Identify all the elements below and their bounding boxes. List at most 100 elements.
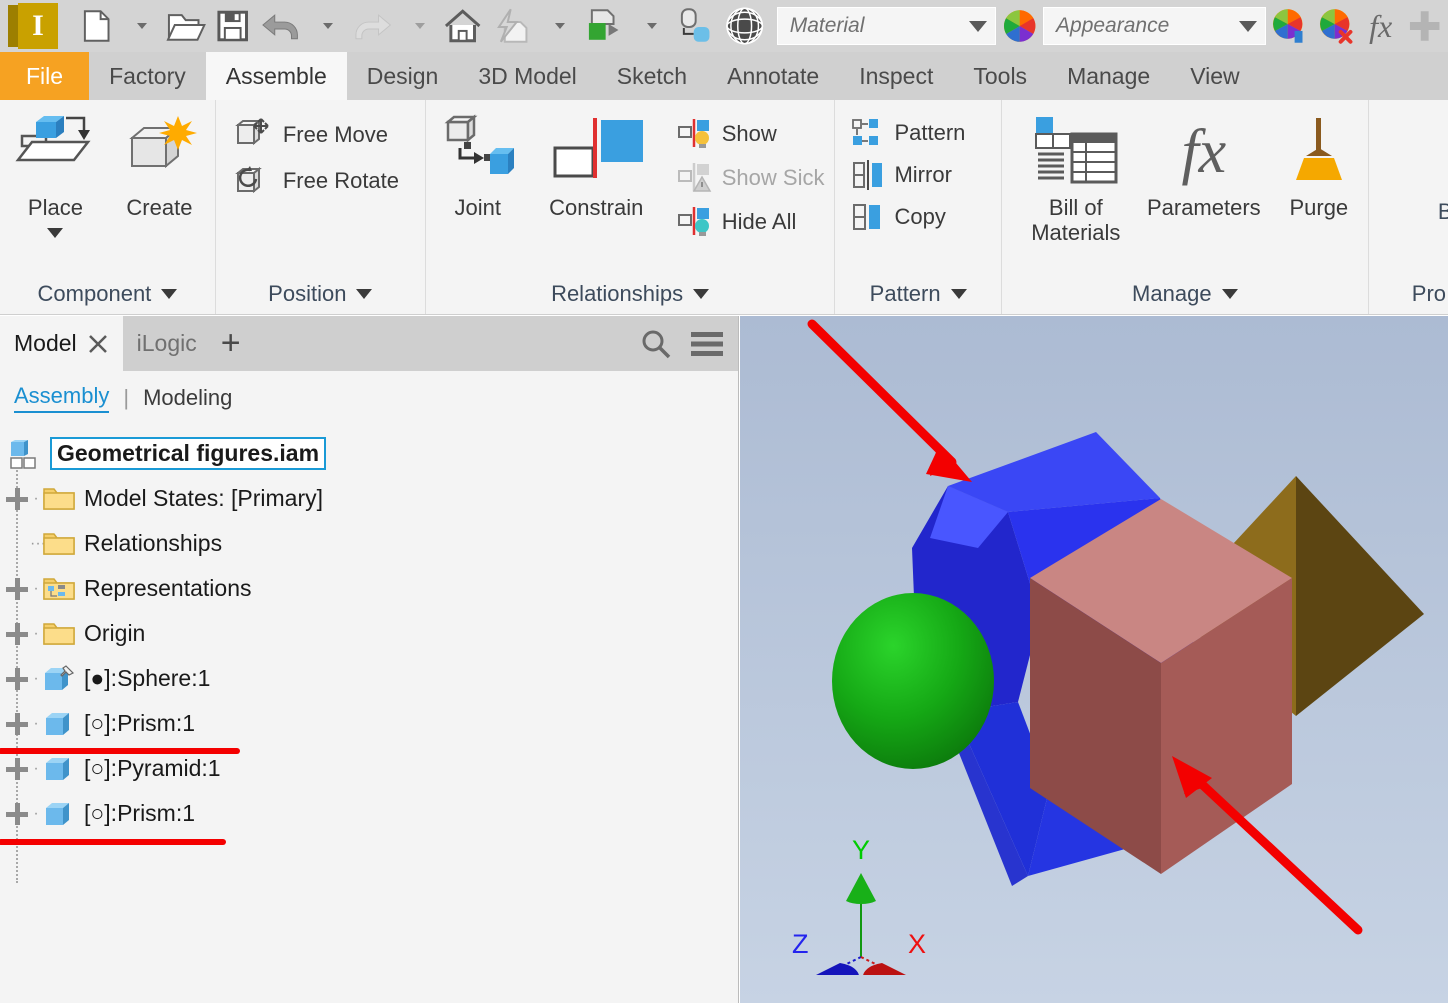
show-relationships-button[interactable]: Show bbox=[673, 112, 835, 156]
ribbon-panel-title-productivity[interactable]: Pro bbox=[1369, 274, 1448, 314]
part-icon bbox=[42, 799, 76, 829]
browser-tab-ilogic[interactable]: iLogic bbox=[123, 316, 211, 371]
tree-row-prism-1[interactable]: · [○]:Prism:1 bbox=[6, 701, 738, 746]
tab-manage[interactable]: Manage bbox=[1047, 52, 1170, 100]
tab-inspect[interactable]: Inspect bbox=[839, 52, 953, 100]
undo-dropdown-caret-icon[interactable] bbox=[307, 3, 347, 49]
place-component-button[interactable]: Place bbox=[3, 108, 107, 238]
ribbon-panel-title-relationships[interactable]: Relationships bbox=[426, 274, 835, 314]
tab-3d-model[interactable]: 3D Model bbox=[458, 52, 596, 100]
clear-appearance-icon[interactable] bbox=[1313, 3, 1360, 49]
home-icon[interactable] bbox=[438, 3, 487, 49]
ribbon-tab-bar: File Factory Assemble Design 3D Model Sk… bbox=[0, 52, 1448, 100]
place-dropdown-caret-icon[interactable] bbox=[47, 227, 64, 238]
open-folder-icon[interactable] bbox=[161, 3, 210, 49]
chevron-down-icon bbox=[356, 289, 373, 299]
constrain-button[interactable]: Constrain bbox=[524, 108, 669, 221]
close-x-icon[interactable] bbox=[87, 333, 109, 355]
subtab-divider: | bbox=[123, 385, 130, 410]
ribbon-panel-title-manage[interactable]: Manage bbox=[1002, 274, 1368, 314]
tree-row-root[interactable]: Geometrical figures.iam bbox=[6, 431, 738, 476]
3d-viewport[interactable]: Y Z X bbox=[740, 316, 1448, 1003]
purge-button[interactable]: Purge bbox=[1270, 108, 1368, 221]
tab-tools[interactable]: Tools bbox=[953, 52, 1047, 100]
tab-sketch-label: Sketch bbox=[616, 62, 688, 89]
joint-button[interactable]: Joint bbox=[432, 108, 524, 221]
tree-item-label: [○]:Pyramid:1 bbox=[84, 755, 221, 781]
tree-item-label: [○]:Prism:1 bbox=[84, 710, 196, 736]
tab-3d-model-label: 3D Model bbox=[478, 62, 577, 89]
select-icon[interactable] bbox=[670, 3, 719, 49]
browser-tools bbox=[640, 316, 730, 371]
tab-file-label: File bbox=[26, 62, 64, 89]
bill-of-materials-button[interactable]: Bill of Materials bbox=[1014, 108, 1138, 245]
add-icon[interactable] bbox=[1401, 3, 1448, 49]
expand-plus-icon[interactable] bbox=[6, 712, 28, 735]
tree-row-representations[interactable]: · Representations bbox=[6, 566, 738, 611]
expand-plus-icon[interactable] bbox=[6, 487, 28, 510]
ribbon-panel-relationships: Joint Constrain Show Show Sick Hide All … bbox=[426, 100, 836, 314]
material-colorwheel-icon[interactable] bbox=[996, 3, 1043, 49]
app-logo-letter: I bbox=[32, 9, 44, 42]
expand-plus-icon[interactable] bbox=[6, 622, 28, 645]
tree-row-prism-2[interactable]: · [○]:Prism:1 bbox=[6, 791, 738, 836]
free-move-button[interactable]: Free Move bbox=[230, 112, 409, 158]
mirror-button[interactable]: Mirror bbox=[847, 154, 975, 196]
new-document-icon[interactable] bbox=[73, 3, 120, 49]
tree-connector: ··· bbox=[30, 534, 46, 552]
tab-file[interactable]: File bbox=[0, 52, 90, 100]
tab-design[interactable]: Design bbox=[347, 52, 459, 100]
lightning-document-icon[interactable] bbox=[487, 3, 538, 49]
grid-sphere-icon[interactable] bbox=[719, 3, 770, 49]
show-sick-button[interactable]: Show Sick bbox=[673, 156, 835, 200]
browser-label: Brow bbox=[1437, 199, 1448, 224]
expand-plus-icon[interactable] bbox=[6, 667, 28, 690]
expand-plus-icon[interactable] bbox=[6, 802, 28, 825]
tree-row-sphere[interactable]: · [●]:Sphere:1 bbox=[6, 656, 738, 701]
parameters-button[interactable]: fx Parameters bbox=[1138, 108, 1270, 221]
joint-icon bbox=[444, 114, 514, 174]
save-icon[interactable] bbox=[210, 3, 255, 49]
redo-icon[interactable] bbox=[347, 3, 398, 49]
search-icon[interactable] bbox=[640, 328, 672, 360]
panel-manage-label: Manage bbox=[1132, 281, 1212, 306]
create-component-button[interactable]: Create bbox=[107, 108, 211, 221]
expand-plus-icon[interactable] bbox=[6, 757, 28, 780]
tree-row-relationships[interactable]: ··· Relationships bbox=[6, 521, 738, 566]
appearance-select[interactable]: Appearance bbox=[1043, 7, 1266, 45]
browser-add-tab-button[interactable]: + bbox=[211, 316, 251, 371]
tab-sketch[interactable]: Sketch bbox=[597, 52, 707, 100]
pattern-button[interactable]: Pattern bbox=[847, 112, 975, 154]
update-dropdown-caret-icon[interactable] bbox=[630, 3, 670, 49]
ribbon-panel-title-pattern[interactable]: Pattern bbox=[835, 274, 1000, 314]
free-rotate-button[interactable]: Free Rotate bbox=[230, 158, 409, 204]
tree-row-model-states[interactable]: · Model States: [Primary] bbox=[6, 476, 738, 521]
chevron-down-icon bbox=[968, 20, 987, 32]
lightning-dropdown-caret-icon[interactable] bbox=[539, 3, 579, 49]
copy-button[interactable]: Copy bbox=[847, 196, 975, 238]
subtab-modeling[interactable]: Modeling bbox=[143, 385, 232, 411]
fx-parameters-icon[interactable]: fx bbox=[1361, 3, 1401, 49]
material-select[interactable]: Material bbox=[776, 7, 996, 45]
undo-icon[interactable] bbox=[255, 3, 306, 49]
tree-item-label: [○]:Prism:1 bbox=[84, 800, 196, 826]
expand-plus-icon[interactable] bbox=[6, 577, 28, 600]
tab-factory[interactable]: Factory bbox=[89, 52, 206, 100]
folder-icon bbox=[42, 619, 76, 649]
new-dropdown-caret-icon[interactable] bbox=[121, 3, 161, 49]
ribbon-panel-title-position[interactable]: Position bbox=[216, 274, 425, 314]
update-icon[interactable] bbox=[579, 3, 630, 49]
tree-row-origin[interactable]: · Origin bbox=[6, 611, 738, 656]
browser-button[interactable]: Brow bbox=[1378, 108, 1448, 225]
hide-all-button[interactable]: Hide All bbox=[673, 200, 835, 244]
tab-assemble[interactable]: Assemble bbox=[205, 52, 347, 100]
browser-tab-model[interactable]: Model bbox=[0, 316, 123, 371]
ribbon-panel-title-component[interactable]: Component bbox=[0, 274, 215, 314]
subtab-assembly[interactable]: Assembly bbox=[14, 383, 110, 413]
adjust-appearance-icon[interactable] bbox=[1266, 3, 1313, 49]
hamburger-menu-icon[interactable] bbox=[690, 330, 724, 358]
redo-dropdown-caret-icon[interactable] bbox=[398, 3, 438, 49]
tab-annotate[interactable]: Annotate bbox=[707, 52, 839, 100]
tab-view[interactable]: View bbox=[1170, 52, 1259, 100]
browser-tab-model-label: Model bbox=[14, 330, 77, 356]
